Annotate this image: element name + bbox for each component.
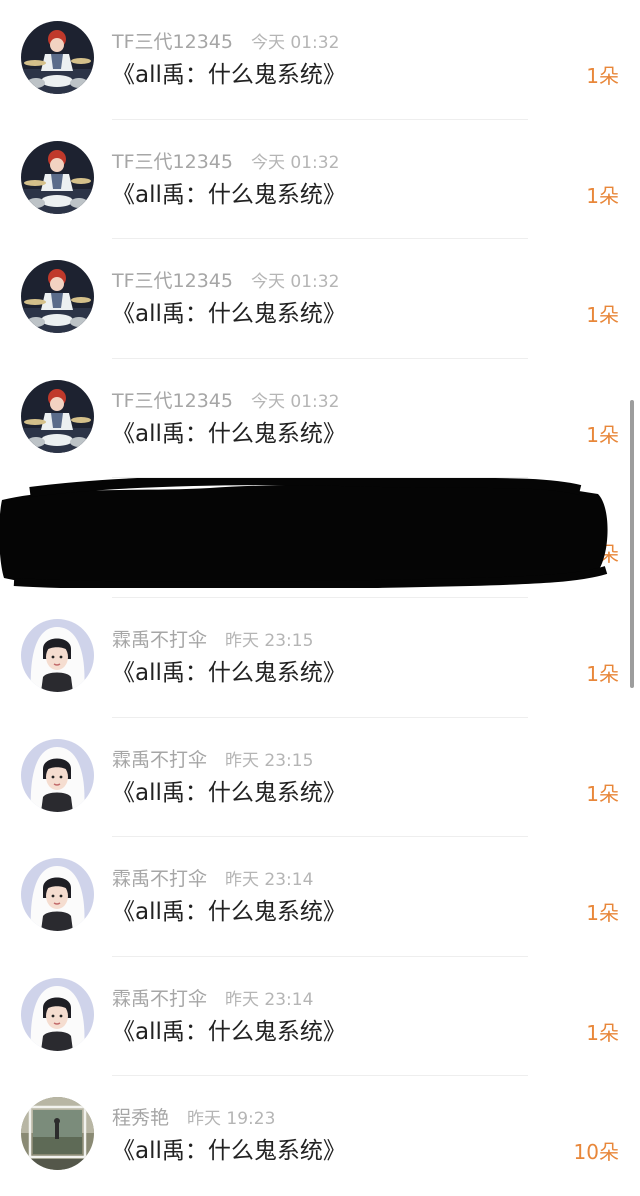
list-item[interactable]: 霖禹不打伞 昨天 23:15 《all禹：什么鬼系统》 1朵	[0, 718, 640, 838]
row-meta: 霖禹不打伞 昨天 23:15	[112, 745, 313, 775]
work-title[interactable]: 《all禹：什么鬼系统》	[112, 415, 346, 453]
flower-count: 1朵	[586, 422, 619, 447]
flower-count: 1朵	[586, 781, 619, 806]
redacted-avatar-icon[interactable]	[21, 499, 94, 573]
framed-photo-avatar-icon[interactable]	[21, 1097, 94, 1171]
row-meta: TF三代12345 今天 01:32	[112, 27, 339, 57]
timestamp: 昨天 23:14	[225, 989, 314, 1010]
timestamp: 昨天 23:15	[225, 750, 314, 771]
scrollbar[interactable]	[630, 400, 634, 688]
drummer-avatar-icon[interactable]	[21, 21, 94, 94]
work-title[interactable]: 《all禹：什么鬼系统》	[112, 1013, 346, 1051]
white-hood-avatar-icon[interactable]	[21, 619, 94, 692]
list-item[interactable]: TF三代12345 今天 01:32 《all禹：什么鬼系统》 1朵	[0, 0, 640, 120]
work-title[interactable]: 《all禹：什么鬼系统》	[112, 1132, 346, 1170]
username[interactable]: 霖禹不打伞	[112, 749, 207, 771]
white-hood-avatar-icon[interactable]	[21, 977, 94, 1051]
username[interactable]: TF三代12345	[112, 151, 233, 173]
list-item[interactable]: 1朵	[0, 478, 640, 598]
row-meta: 霖禹不打伞 昨天 23:14	[112, 864, 313, 894]
row-meta: TF三代12345 今天 01:32	[112, 266, 339, 296]
timestamp: 昨天 23:14	[225, 870, 314, 891]
username[interactable]: TF三代12345	[112, 390, 233, 412]
work-title[interactable]: 《all禹：什么鬼系统》	[112, 295, 346, 333]
list-item[interactable]: TF三代12345 今天 01:32 《all禹：什么鬼系统》 1朵	[0, 359, 640, 479]
drummer-avatar-icon[interactable]	[21, 260, 94, 334]
row-meta	[112, 505, 130, 535]
flower-count: 1朵	[586, 901, 619, 926]
username[interactable]: 霖禹不打伞	[112, 988, 207, 1010]
list-item[interactable]: TF三代12345 今天 01:32 《all禹：什么鬼系统》 1朵	[0, 239, 640, 359]
white-hood-avatar-icon[interactable]	[21, 738, 94, 812]
timestamp: 昨天 23:15	[225, 631, 314, 651]
flower-count: 1朵	[586, 542, 619, 567]
list-item[interactable]: TF三代12345 今天 01:32 《all禹：什么鬼系统》 1朵	[0, 120, 640, 240]
list-item[interactable]: 霖禹不打伞 昨天 23:14 《all禹：什么鬼系统》 1朵	[0, 957, 640, 1077]
drummer-avatar-icon[interactable]	[21, 379, 94, 453]
flower-count: 1朵	[586, 1020, 619, 1045]
timestamp: 今天 01:32	[250, 152, 340, 173]
row-meta: TF三代12345 今天 01:32	[112, 147, 339, 177]
flower-count: 1朵	[586, 64, 619, 88]
work-title[interactable]: 《all禹：什么鬼系统》	[112, 56, 346, 94]
username[interactable]: TF三代12345	[112, 31, 233, 53]
row-meta: 程秀艳 昨天 19:23	[112, 1103, 275, 1133]
username[interactable]: 霖禹不打伞	[112, 629, 207, 651]
row-meta: 霖禹不打伞 昨天 23:14	[112, 984, 313, 1014]
drummer-avatar-icon[interactable]	[21, 140, 94, 214]
timestamp: 昨天 19:23	[187, 1109, 276, 1130]
row-meta: TF三代12345 今天 01:32	[112, 386, 339, 416]
flower-count: 1朵	[586, 303, 619, 328]
work-title[interactable]: 《all禹：什么鬼系统》	[112, 176, 346, 214]
work-title[interactable]: 《all禹：什么鬼系统》	[112, 654, 346, 692]
username[interactable]: TF三代12345	[112, 270, 233, 292]
flower-count: 1朵	[586, 183, 619, 208]
timestamp: 今天 01:32	[250, 33, 340, 53]
flower-count: 10朵	[573, 1140, 619, 1165]
work-title[interactable]: 《all禹：什么鬼系统》	[112, 774, 346, 812]
flower-count: 1朵	[586, 662, 619, 686]
list-item[interactable]: 程秀艳 昨天 19:23 《all禹：什么鬼系统》 10朵	[0, 1076, 640, 1196]
work-title[interactable]: 《all禹：什么鬼系统》	[112, 893, 346, 931]
timestamp: 今天 01:32	[250, 272, 340, 293]
white-hood-avatar-icon[interactable]	[21, 858, 94, 932]
row-meta: 霖禹不打伞 昨天 23:15	[112, 625, 313, 655]
username[interactable]: 程秀艳	[112, 1107, 169, 1129]
list-item[interactable]: 霖禹不打伞 昨天 23:14 《all禹：什么鬼系统》 1朵	[0, 837, 640, 957]
timestamp: 今天 01:32	[250, 391, 340, 412]
username[interactable]: 霖禹不打伞	[112, 868, 207, 890]
gift-record-list: TF三代12345 今天 01:32 《all禹：什么鬼系统》 1朵 TF三代1…	[0, 0, 640, 1179]
list-item[interactable]: 霖禹不打伞 昨天 23:15 《all禹：什么鬼系统》 1朵	[0, 598, 640, 718]
